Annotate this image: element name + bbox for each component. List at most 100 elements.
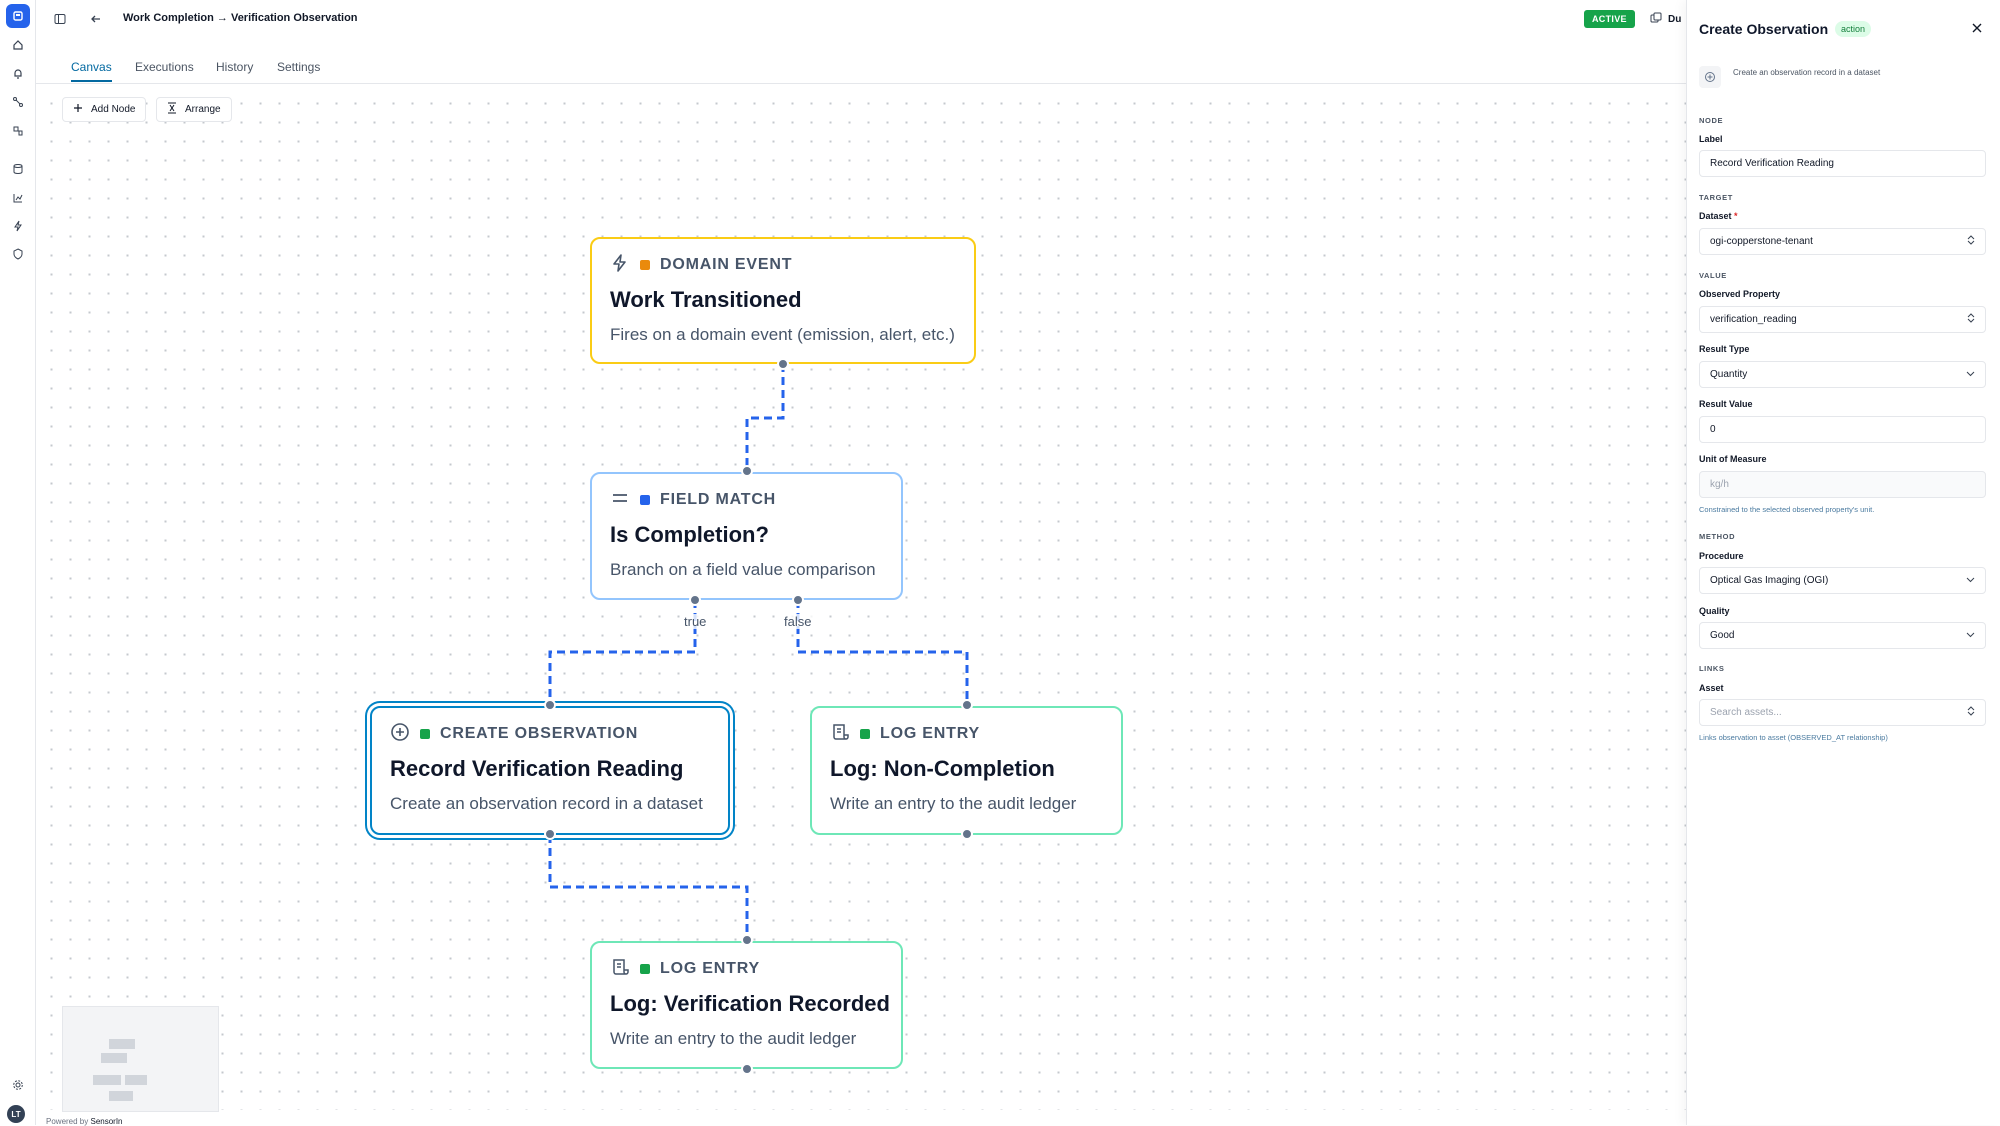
- unit-of-measure-input[interactable]: kg/h: [1699, 471, 1986, 498]
- settings-gear-icon[interactable]: [9, 1076, 27, 1094]
- chart-icon[interactable]: [9, 189, 27, 207]
- section-node: NODE: [1699, 116, 1724, 125]
- tab-history[interactable]: History: [216, 60, 253, 80]
- tab-settings[interactable]: Settings: [277, 60, 320, 80]
- plus-circle-icon: [1699, 66, 1721, 88]
- node-kind: CREATE OBSERVATION: [440, 725, 639, 742]
- handle-output[interactable]: [741, 1063, 753, 1075]
- close-icon[interactable]: [1969, 20, 1985, 36]
- panel-description: Create an observation record in a datase…: [1733, 68, 1881, 77]
- result-value-input[interactable]: 0: [1699, 416, 1986, 443]
- properties-panel: Create Observation action Create an obse…: [1686, 0, 2000, 1125]
- workflow-icon[interactable]: [9, 93, 27, 111]
- result-type-label: Result Type: [1699, 344, 1750, 354]
- handle-input[interactable]: [741, 465, 753, 477]
- handle-output-false[interactable]: [792, 594, 804, 606]
- section-target: TARGET: [1699, 193, 1733, 202]
- edge-label-false: false: [782, 614, 814, 629]
- node-field-match[interactable]: FIELD MATCH Is Completion? Branch on a f…: [590, 472, 903, 600]
- top-bar: Work Completion → Verification Observati…: [36, 0, 1686, 38]
- bolt-icon[interactable]: [9, 217, 27, 235]
- database-icon[interactable]: [9, 160, 27, 178]
- node-kind: LOG ENTRY: [660, 960, 760, 977]
- tab-bar: Canvas Executions History Settings: [36, 52, 1686, 84]
- scroll-icon: [610, 957, 630, 982]
- dataset-select[interactable]: ogi-copperstone-tenant: [1699, 228, 1986, 255]
- chevron-updown-icon: [1967, 706, 1975, 719]
- handle-output-true[interactable]: [689, 594, 701, 606]
- status-badge: ACTIVE: [1584, 10, 1635, 28]
- node-title: Record Verification Reading: [390, 756, 684, 781]
- plus-circle-icon: [390, 722, 410, 747]
- sidebar-toggle-icon[interactable]: [50, 9, 70, 29]
- node-log-non-completion[interactable]: LOG ENTRY Log: Non-Completion Write an e…: [810, 706, 1123, 835]
- node-description: Branch on a field value comparison: [610, 560, 876, 579]
- procedure-label: Procedure: [1699, 551, 1744, 561]
- tab-executions[interactable]: Executions: [135, 60, 194, 80]
- handle-input[interactable]: [544, 699, 556, 711]
- asset-label: Asset: [1699, 683, 1724, 693]
- node-description: Write an entry to the audit ledger: [830, 794, 1077, 813]
- asset-search-select[interactable]: Search assets...: [1699, 699, 1986, 726]
- equals-icon: [610, 488, 630, 513]
- home-icon[interactable]: [9, 36, 27, 54]
- back-arrow-icon[interactable]: [86, 9, 106, 29]
- arrange-button[interactable]: Arrange: [156, 97, 232, 122]
- node-title: Log: Non-Completion: [830, 756, 1055, 781]
- section-value: VALUE: [1699, 271, 1727, 280]
- handle-output[interactable]: [544, 828, 556, 840]
- app-logo[interactable]: [6, 4, 30, 28]
- node-category-badge: action: [1835, 21, 1872, 37]
- label-input[interactable]: Record Verification Reading: [1699, 150, 1986, 177]
- node-description: Fires on a domain event (emission, alert…: [610, 325, 955, 344]
- scroll-icon: [830, 722, 850, 747]
- quality-label: Quality: [1699, 606, 1730, 616]
- node-description: Write an entry to the audit ledger: [610, 1029, 857, 1048]
- chevron-down-icon: [1966, 369, 1975, 380]
- arrange-icon: [167, 102, 177, 117]
- shield-icon[interactable]: [9, 245, 27, 263]
- workflow-title: Work Completion → Verification Observati…: [123, 12, 358, 24]
- section-links: LINKS: [1699, 664, 1725, 673]
- node-description: Create an observation record in a datase…: [390, 794, 703, 813]
- chevron-down-icon: [1966, 575, 1975, 586]
- edge-label-true: true: [682, 614, 709, 629]
- observed-property-label: Observed Property: [1699, 289, 1781, 299]
- node-type-dot: [640, 495, 650, 505]
- chevron-down-icon: [1966, 630, 1975, 641]
- node-title: Work Transitioned: [610, 287, 802, 312]
- bell-icon[interactable]: [9, 65, 27, 83]
- panel-title: Create Observation: [1699, 21, 1829, 37]
- handle-input[interactable]: [741, 934, 753, 946]
- procedure-select[interactable]: Optical Gas Imaging (OGI): [1699, 567, 1986, 594]
- label-field-label: Label: [1699, 134, 1723, 144]
- integrations-icon[interactable]: [9, 122, 27, 140]
- asset-hint: Links observation to asset (OBSERVED_AT …: [1699, 733, 1888, 742]
- handle-input[interactable]: [961, 699, 973, 711]
- unit-hint: Constrained to the selected observed pro…: [1699, 505, 1875, 514]
- node-type-dot: [640, 260, 650, 270]
- observed-property-select[interactable]: verification_reading: [1699, 306, 1986, 333]
- tab-canvas[interactable]: Canvas: [71, 60, 112, 82]
- bolt-icon: [610, 253, 630, 278]
- minimap[interactable]: [62, 1006, 219, 1112]
- quality-select[interactable]: Good: [1699, 622, 1986, 649]
- add-node-button[interactable]: Add Node: [62, 97, 147, 122]
- arrange-label: Arrange: [185, 104, 221, 115]
- result-type-select[interactable]: Quantity: [1699, 361, 1986, 388]
- handle-output[interactable]: [777, 358, 789, 370]
- node-title: Is Completion?: [610, 522, 769, 547]
- user-avatar[interactable]: LT: [7, 1105, 25, 1123]
- chevron-updown-icon: [1967, 235, 1975, 248]
- unit-of-measure-label: Unit of Measure: [1699, 454, 1767, 464]
- duplicate-button[interactable]: Du: [1650, 9, 1681, 29]
- node-log-verification-recorded[interactable]: LOG ENTRY Log: Verification Recorded Wri…: [590, 941, 903, 1069]
- handle-output[interactable]: [961, 828, 973, 840]
- node-type-dot: [860, 729, 870, 739]
- node-domain-event[interactable]: DOMAIN EVENT Work Transitioned Fires on …: [590, 237, 976, 364]
- add-node-label: Add Node: [91, 104, 136, 115]
- node-create-observation[interactable]: CREATE OBSERVATION Record Verification R…: [370, 706, 730, 835]
- duplicate-label: Du: [1668, 13, 1682, 25]
- node-type-dot: [640, 964, 650, 974]
- plus-icon: [73, 103, 83, 116]
